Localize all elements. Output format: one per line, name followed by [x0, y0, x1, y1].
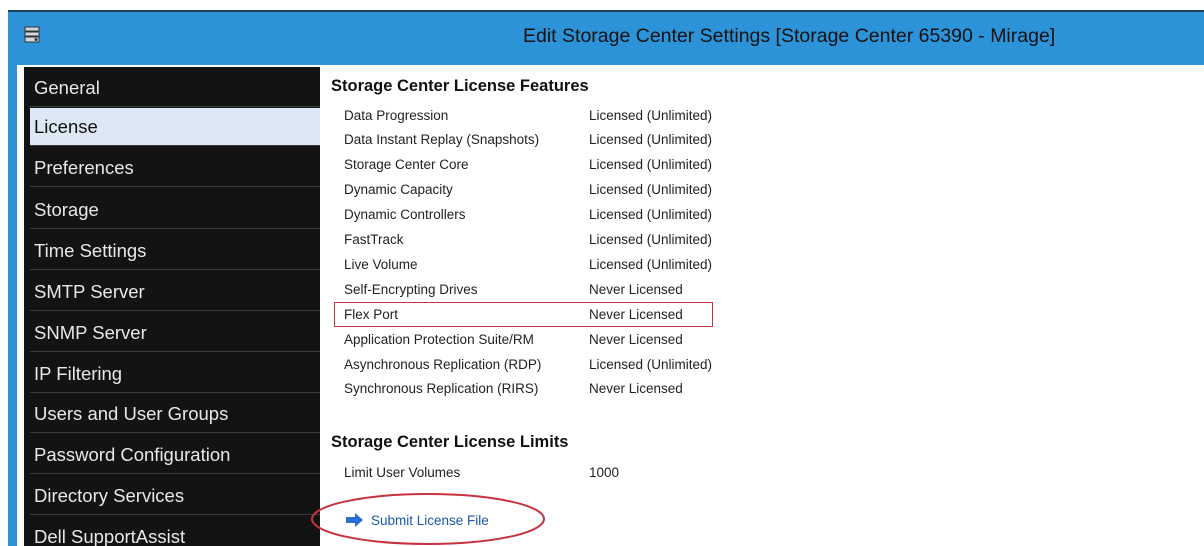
feature-status: Licensed (Unlimited): [589, 357, 713, 372]
feature-name: FastTrack: [344, 232, 404, 247]
license-feature-row: FastTrack Licensed (Unlimited): [320, 228, 820, 252]
feature-status: Never Licensed: [589, 381, 683, 396]
sidebar-item-time-settings[interactable]: Time Settings: [30, 232, 320, 270]
sidebar-item-ip-filtering[interactable]: IP Filtering: [30, 355, 320, 393]
feature-name: Application Protection Suite/RM: [344, 332, 534, 347]
limit-name: Limit User Volumes: [344, 465, 461, 480]
sidebar-item-directory-services[interactable]: Directory Services: [30, 477, 320, 515]
flex-port-highlight-annotation: [334, 302, 713, 327]
storage-manager-icon: [24, 26, 40, 43]
sidebar-item-general[interactable]: General: [30, 69, 320, 107]
feature-status: Never Licensed: [589, 282, 683, 297]
feature-status: Licensed (Unlimited): [589, 207, 713, 222]
feature-status: Licensed (Unlimited): [589, 182, 713, 197]
window-top-border: [0, 0, 1204, 10]
license-feature-row: Dynamic Controllers Licensed (Unlimited): [320, 203, 820, 227]
feature-status: Licensed (Unlimited): [589, 232, 713, 247]
feature-name: Dynamic Capacity: [344, 182, 453, 197]
feature-name: Dynamic Controllers: [344, 207, 466, 222]
license-feature-row: Asynchronous Replication (RDP) Licensed …: [320, 353, 820, 377]
license-feature-row: Storage Center Core Licensed (Unlimited): [320, 153, 820, 177]
sidebar-item-smtp-server[interactable]: SMTP Server: [30, 273, 320, 311]
license-feature-row: Data Instant Replay (Snapshots) Licensed…: [320, 128, 820, 152]
window-titlebar[interactable]: Edit Storage Center Settings [Storage Ce…: [8, 10, 1204, 60]
sidebar-item-preferences[interactable]: Preferences: [30, 149, 320, 187]
feature-status: Licensed (Unlimited): [589, 132, 713, 147]
sidebar-item-password-configuration[interactable]: Password Configuration: [30, 436, 320, 474]
license-feature-row: Data Progression Licensed (Unlimited): [320, 104, 820, 128]
license-feature-row: Live Volume Licensed (Unlimited): [320, 253, 820, 277]
license-limits-heading: Storage Center License Limits: [331, 433, 569, 451]
license-feature-row: Application Protection Suite/RM Never Li…: [320, 328, 820, 352]
feature-name: Live Volume: [344, 257, 418, 272]
feature-name: Storage Center Core: [344, 157, 469, 172]
submit-link-ellipse-annotation: [311, 493, 545, 545]
window-title: Edit Storage Center Settings [Storage Ce…: [523, 25, 1056, 47]
sidebar-item-storage[interactable]: Storage: [30, 191, 320, 229]
limit-value: 1000: [589, 465, 620, 480]
feature-name: Data Instant Replay (Snapshots): [344, 132, 540, 147]
license-feature-row: Self-Encrypting Drives Never Licensed: [320, 278, 820, 302]
feature-name: Self-Encrypting Drives: [344, 282, 478, 297]
feature-status: Licensed (Unlimited): [589, 257, 713, 272]
license-features-heading: Storage Center License Features: [331, 77, 589, 95]
license-feature-row: Dynamic Capacity Licensed (Unlimited): [320, 178, 820, 202]
sidebar-item-license[interactable]: License: [30, 108, 320, 146]
feature-status: Licensed (Unlimited): [589, 157, 713, 172]
license-limit-row: Limit User Volumes 1000: [320, 461, 820, 485]
feature-name: Data Progression: [344, 108, 449, 123]
feature-status: Never Licensed: [589, 332, 683, 347]
feature-status: Licensed (Unlimited): [589, 108, 713, 123]
sidebar-item-dell-supportassist[interactable]: Dell SupportAssist: [30, 518, 320, 546]
settings-sidebar: General License Preferences Storage Time…: [24, 67, 320, 546]
sidebar-item-users-and-user-groups[interactable]: Users and User Groups: [30, 395, 320, 433]
sidebar-item-snmp-server[interactable]: SNMP Server: [30, 314, 320, 352]
feature-name: Synchronous Replication (RIRS): [344, 381, 539, 396]
feature-name: Asynchronous Replication (RDP): [344, 357, 542, 372]
license-feature-row: Synchronous Replication (RIRS) Never Lic…: [320, 377, 820, 401]
